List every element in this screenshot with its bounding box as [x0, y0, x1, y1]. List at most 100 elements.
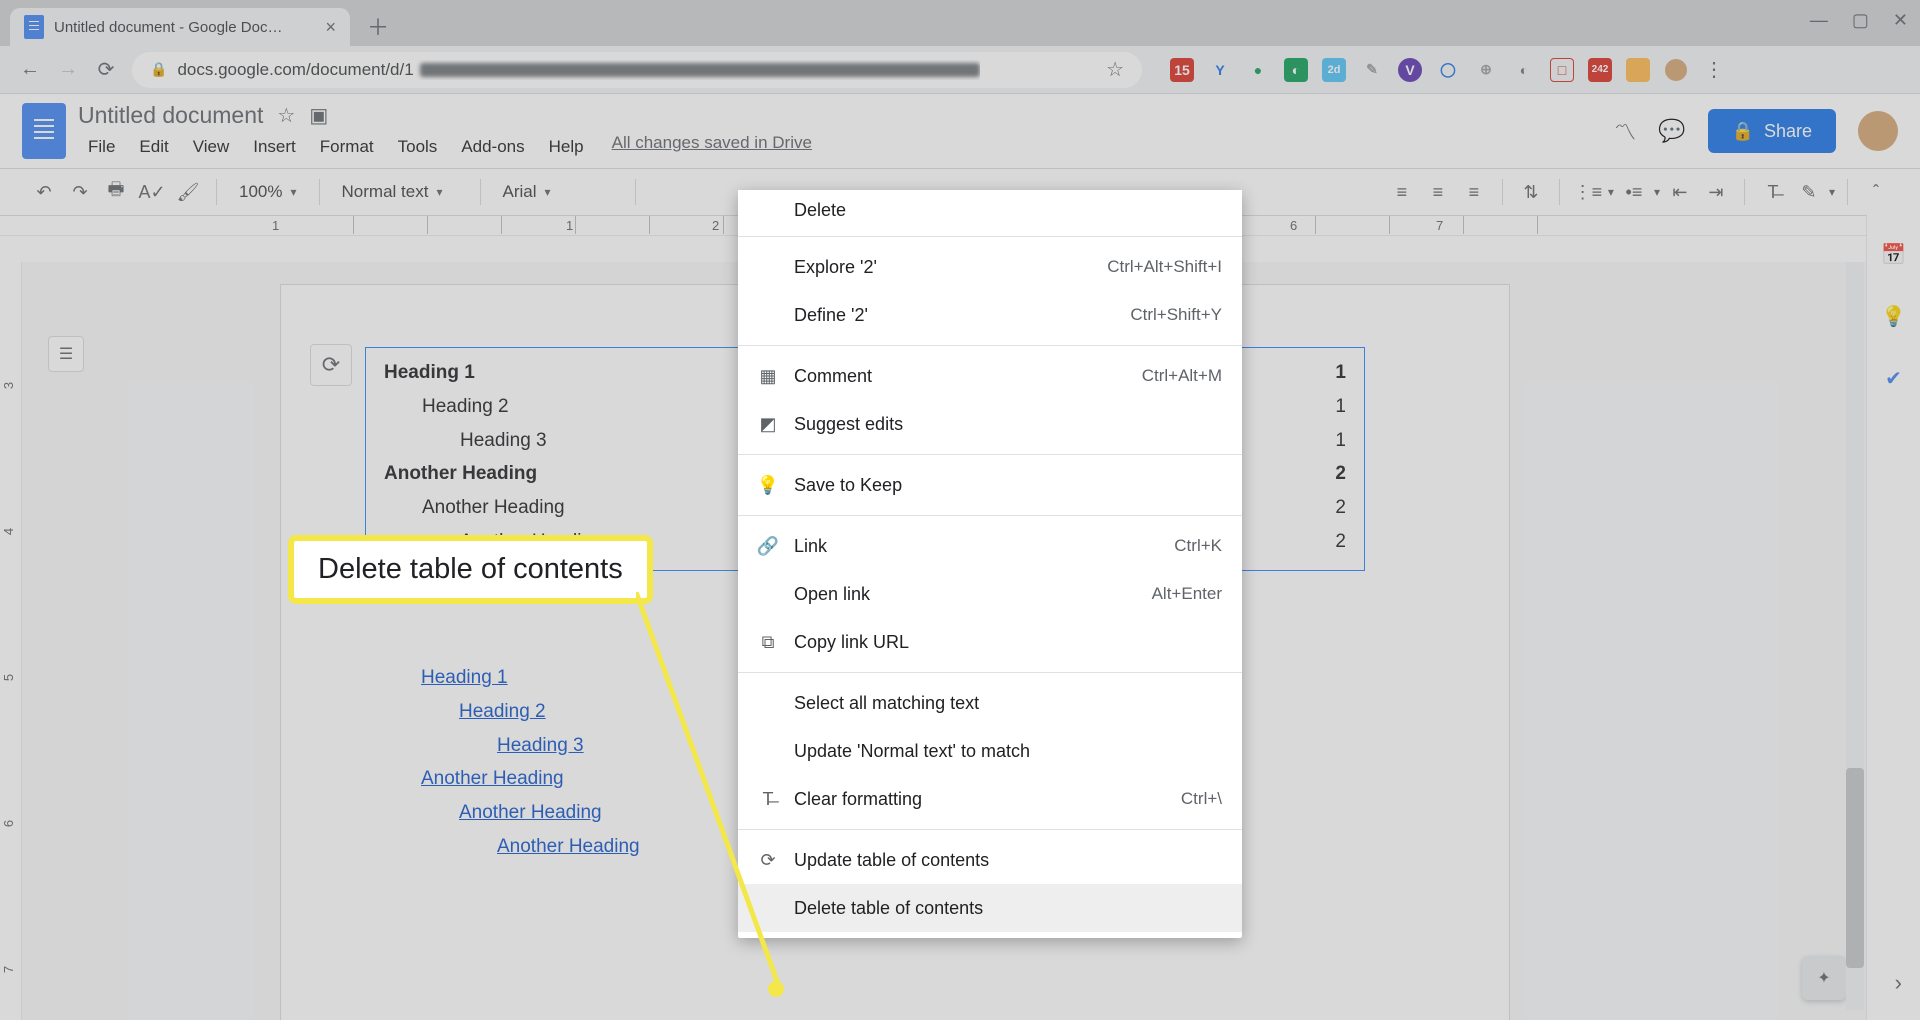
extension-icon[interactable] [1626, 58, 1650, 82]
star-document-icon[interactable]: ☆ [277, 103, 295, 128]
menu-addons[interactable]: Add-ons [451, 133, 534, 161]
heading-link[interactable]: Heading 3 [497, 729, 640, 763]
extension-icon[interactable]: ⊕ [1474, 58, 1498, 82]
paint-format-button[interactable]: 🖌 [172, 176, 204, 208]
close-window-button[interactable]: ✕ [1893, 10, 1908, 31]
ctx-clear-format[interactable]: T̶Clear formattingCtrl+\ [738, 775, 1242, 823]
heading-link[interactable]: Heading 2 [459, 695, 640, 729]
ctx-link[interactable]: 🔗LinkCtrl+K [738, 522, 1242, 570]
clear-format-button[interactable]: T̶ [1757, 176, 1789, 208]
new-tab-button[interactable]: ＋ [362, 10, 394, 42]
docs-favicon [24, 15, 44, 39]
ctx-delete-toc[interactable]: Delete table of contents [738, 884, 1242, 932]
tasks-icon[interactable]: ✔ [1880, 364, 1908, 392]
ctx-define[interactable]: Define '2'Ctrl+Shift+Y [738, 291, 1242, 339]
activity-icon[interactable]: 〽 [1614, 115, 1636, 147]
scrollbar-thumb[interactable] [1846, 768, 1864, 968]
menu-view[interactable]: View [183, 133, 240, 161]
move-document-icon[interactable]: ▣ [309, 103, 328, 128]
undo-button[interactable]: ↶ [28, 176, 60, 208]
redo-button[interactable]: ↷ [64, 176, 96, 208]
heading-link[interactable]: Another Heading [497, 830, 640, 864]
extension-icon[interactable]: ● [1246, 58, 1270, 82]
font-select[interactable]: Arial▾ [493, 176, 623, 208]
extension-icon[interactable]: V [1398, 58, 1422, 82]
comments-icon[interactable]: 💬 [1658, 118, 1685, 144]
increase-indent-button[interactable]: ⇥ [1700, 176, 1732, 208]
ctx-comment[interactable]: ▦CommentCtrl+Alt+M [738, 352, 1242, 400]
extension-icon[interactable]: ◐ [1512, 58, 1536, 82]
refresh-toc-button[interactable]: ⟳ [310, 344, 352, 386]
ctx-select-matching[interactable]: Select all matching text [738, 679, 1242, 727]
print-button[interactable]: 🖶 [100, 176, 132, 208]
ctx-keep[interactable]: 💡Save to Keep [738, 461, 1242, 509]
ctx-delete[interactable]: Delete [738, 190, 1242, 230]
menu-insert[interactable]: Insert [243, 133, 306, 161]
style-select[interactable]: Normal text▾ [332, 176, 468, 208]
ctx-copy-link[interactable]: ⧉Copy link URL [738, 618, 1242, 666]
editing-mode-button[interactable]: ✎ [1793, 176, 1825, 208]
vertical-ruler[interactable]: 3 4 5 6 7 [0, 262, 22, 1020]
document-title[interactable]: Untitled document [78, 102, 263, 129]
share-button[interactable]: 🔒 Share [1708, 109, 1836, 153]
save-status[interactable]: All changes saved in Drive [612, 133, 812, 161]
explore-button[interactable]: ✦ [1802, 956, 1846, 1000]
extension-icon[interactable]: Y [1208, 58, 1232, 82]
spellcheck-button[interactable]: A✓ [136, 176, 168, 208]
account-avatar[interactable] [1858, 111, 1898, 151]
minimize-button[interactable]: — [1810, 10, 1828, 31]
menu-file[interactable]: File [78, 133, 125, 161]
keep-icon: 💡 [756, 475, 780, 496]
extension-icon[interactable]: 2d [1322, 58, 1346, 82]
numbered-list-button[interactable]: ⋮≡ [1572, 176, 1604, 208]
decrease-indent-button[interactable]: ⇤ [1664, 176, 1696, 208]
link-icon: 🔗 [756, 536, 780, 557]
maximize-button[interactable]: ▢ [1852, 10, 1869, 31]
forward-button[interactable]: → [56, 58, 80, 82]
annotation-dot [768, 981, 784, 997]
docs-logo-icon[interactable] [22, 103, 66, 159]
align-right-button[interactable]: ≡ [1458, 176, 1490, 208]
extension-icon[interactable]: ✎ [1360, 58, 1384, 82]
heading-link[interactable]: Another Heading [421, 762, 640, 796]
zoom-select[interactable]: 100%▾ [229, 176, 307, 208]
ctx-open-link[interactable]: Open linkAlt+Enter [738, 570, 1242, 618]
calendar-icon[interactable]: 📅 [1880, 240, 1908, 268]
extension-icon[interactable]: 242 [1588, 58, 1612, 82]
url-text: docs.google.com/document/d/1 [177, 60, 979, 80]
bookmark-star-icon[interactable]: ☆ [1106, 57, 1124, 82]
heading-link[interactable]: Heading 1 [421, 661, 640, 695]
outline-toggle-button[interactable]: ☰ [48, 336, 84, 372]
url-input[interactable]: 🔒 docs.google.com/document/d/1 ☆ [132, 52, 1142, 88]
share-label: Share [1764, 121, 1812, 142]
browser-menu-icon[interactable]: ⋮ [1702, 58, 1726, 82]
extension-icon[interactable]: □ [1550, 58, 1574, 82]
extension-avatar-icon[interactable] [1664, 58, 1688, 82]
reload-button[interactable]: ⟳ [94, 58, 118, 82]
ctx-update-toc[interactable]: ⟳Update table of contents [738, 836, 1242, 884]
refresh-icon: ⟳ [756, 850, 780, 871]
extension-icon[interactable]: 15 [1170, 58, 1194, 82]
align-left-button[interactable]: ≡ [1386, 176, 1418, 208]
menu-edit[interactable]: Edit [129, 133, 178, 161]
align-center-button[interactable]: ≡ [1422, 176, 1454, 208]
ctx-suggest[interactable]: ◩Suggest edits [738, 400, 1242, 448]
menu-help[interactable]: Help [539, 133, 594, 161]
close-tab-icon[interactable]: × [325, 17, 336, 38]
extension-icon[interactable]: ◐ [1284, 58, 1308, 82]
ctx-explore[interactable]: Explore '2'Ctrl+Alt+Shift+I [738, 243, 1242, 291]
browser-tab[interactable]: Untitled document - Google Doc… × [10, 8, 350, 46]
keep-icon[interactable]: 💡 [1880, 302, 1908, 330]
menu-tools[interactable]: Tools [388, 133, 448, 161]
heading-link[interactable]: Another Heading [459, 796, 640, 830]
ctx-update-match[interactable]: Update 'Normal text' to match [738, 727, 1242, 775]
bulleted-list-button[interactable]: •≡ [1618, 176, 1650, 208]
line-spacing-button[interactable]: ⇅ [1515, 176, 1547, 208]
extension-icon[interactable]: ◯ [1436, 58, 1460, 82]
back-button[interactable]: ← [18, 58, 42, 82]
next-page-icon[interactable]: › [1895, 970, 1902, 996]
collapse-toolbar-button[interactable]: ˆ [1860, 176, 1892, 208]
menu-bar: File Edit View Insert Format Tools Add-o… [78, 133, 812, 161]
menu-format[interactable]: Format [310, 133, 384, 161]
clear-format-icon: T̶ [756, 789, 780, 810]
